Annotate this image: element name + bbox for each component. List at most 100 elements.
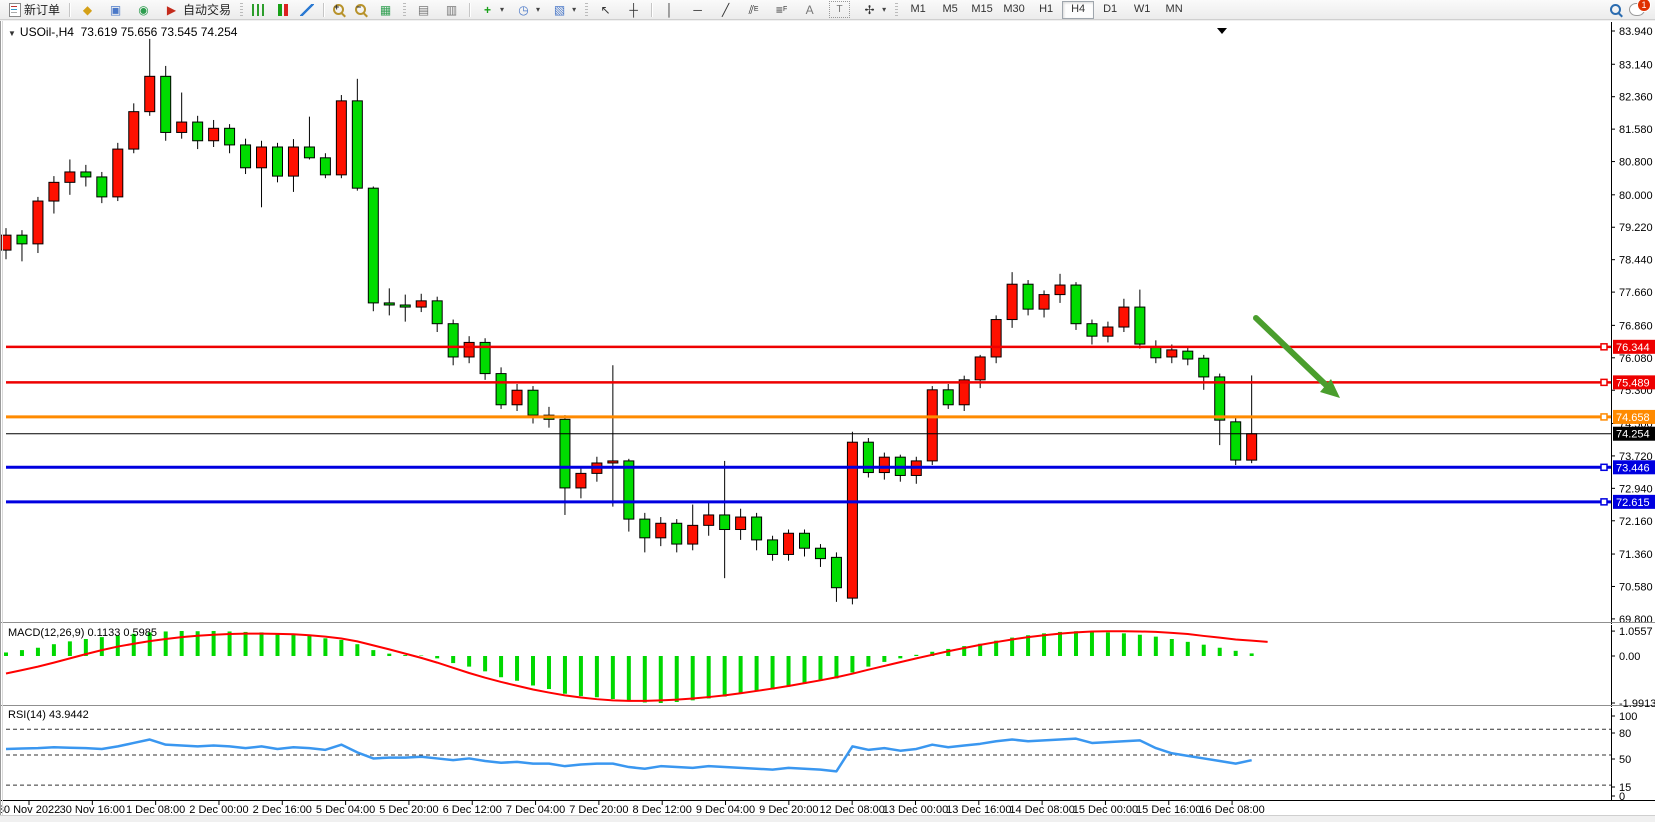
price-tick-label: 83.140 <box>1619 59 1653 71</box>
rsi-axis-label: 80 <box>1619 728 1631 740</box>
price-tag: 72.615 <box>1613 495 1655 509</box>
timeframe-button-D1[interactable]: D1 <box>1094 1 1126 19</box>
notification-badge: 1 <box>1637 0 1651 12</box>
separator <box>651 3 652 17</box>
price-chart[interactable]: 83.94083.14082.36081.58080.80080.00079.2… <box>0 21 1655 816</box>
navigator-icon: ◉ <box>135 2 152 17</box>
zoom-out-button[interactable]: − <box>350 0 371 20</box>
price-tick-label: 82.360 <box>1619 92 1653 104</box>
cursor-button[interactable]: ↖ <box>592 0 619 20</box>
search-icon[interactable] <box>1610 4 1621 15</box>
macd-name: MACD(12,26,9) <box>8 627 84 639</box>
templates-icon: ▤ <box>415 2 432 17</box>
equidistant-channel-button[interactable]: ⫽E <box>740 0 767 20</box>
line-chart-icon <box>300 4 314 16</box>
separator <box>469 3 470 17</box>
trend-line-button[interactable]: ╱ <box>712 0 739 20</box>
bar-chart-button[interactable] <box>247 0 270 20</box>
toolbar-grip <box>240 3 243 17</box>
candlestick <box>113 143 123 201</box>
periods-button[interactable]: ◷▾ <box>510 0 545 20</box>
zoom-in-button[interactable]: + <box>328 0 349 20</box>
vertical-line-button[interactable]: │ <box>656 0 683 20</box>
timeframe-button-MN[interactable]: MN <box>1158 1 1190 19</box>
rsi-value: 43.9442 <box>49 709 89 721</box>
crosshair-button[interactable]: ┼ <box>620 0 647 20</box>
notifications-icon[interactable]: 1 <box>1629 3 1645 16</box>
timeframe-button-M30[interactable]: M30 <box>998 1 1030 19</box>
price-tag: 73.446 <box>1613 460 1655 474</box>
bar-chart-icon <box>252 4 265 16</box>
timeframe-toolbar: M1M5M15M30H1H4D1W1MN <box>902 1 1190 19</box>
timeframe-button-M15[interactable]: M15 <box>966 1 998 19</box>
timeframe-button-H4[interactable]: H4 <box>1062 1 1094 19</box>
macd-axis-label: 1.0557 <box>1619 626 1653 638</box>
price-tick-label: 77.660 <box>1619 287 1653 299</box>
chart-window: 83.94083.14082.36081.58080.80080.00079.2… <box>0 21 1655 816</box>
svg-text:73.446: 73.446 <box>1616 462 1650 474</box>
text-label-icon: T <box>829 1 850 18</box>
market-watch-icon: ◆ <box>79 2 96 17</box>
svg-text:76.344: 76.344 <box>1616 342 1650 354</box>
candlestick <box>991 315 1001 363</box>
svg-text:74.254: 74.254 <box>1616 429 1650 441</box>
price-tick-label: 80.000 <box>1619 190 1653 202</box>
timeframe-button-M5[interactable]: M5 <box>934 1 966 19</box>
timeframe-button-W1[interactable]: W1 <box>1126 1 1158 19</box>
chart-style-icon: ▧ <box>551 2 568 17</box>
text-icon: A <box>801 2 818 17</box>
macd-values: 0.1133 0.5985 <box>87 627 157 639</box>
horizontal-line-button[interactable]: ─ <box>684 0 711 20</box>
candlestick <box>161 66 171 141</box>
line-chart-button[interactable] <box>295 0 319 20</box>
zoom-out-icon: − <box>355 4 366 15</box>
price-tick-label: 76.860 <box>1619 320 1653 332</box>
timeframe-button-M1[interactable]: M1 <box>902 1 934 19</box>
candlestick <box>1071 282 1081 330</box>
macd-axis-label: -1.9913 <box>1619 698 1655 710</box>
rsi-axis-label: 100 <box>1619 711 1637 723</box>
timeframe-button-H1[interactable]: H1 <box>1030 1 1062 19</box>
crosshair-icon: ┼ <box>625 2 642 17</box>
vertical-line-icon: │ <box>661 2 678 17</box>
zoom-in-icon: + <box>333 4 344 15</box>
text-button[interactable]: A <box>796 0 823 20</box>
new-order-button[interactable]: 新订单 <box>4 0 65 20</box>
autotrading-button[interactable]: ▶ 自动交易 <box>158 0 236 20</box>
candlestick-chart-button[interactable] <box>271 0 294 20</box>
price-tick-label: 79.220 <box>1619 222 1653 234</box>
separator <box>69 3 70 17</box>
add-indicator-button[interactable]: +▾ <box>474 0 509 20</box>
chevron-down-icon: ▾ <box>572 5 576 14</box>
price-tick-label: 70.580 <box>1619 581 1653 593</box>
arrows-button[interactable]: ✢▾ <box>856 0 891 20</box>
price-tick-label: 72.940 <box>1619 483 1653 495</box>
svg-text:75.489: 75.489 <box>1616 377 1650 389</box>
profiles-button[interactable]: ▥ <box>438 0 465 20</box>
price-tick-label: 72.160 <box>1619 516 1653 528</box>
toolbar-grip <box>895 3 898 17</box>
text-label-button[interactable]: T <box>824 0 855 20</box>
tile-windows-button[interactable]: ▦ <box>372 0 399 20</box>
navigator-button[interactable]: ◉ <box>130 0 157 20</box>
candlestick <box>847 432 857 605</box>
market-watch-button[interactable]: ◆ <box>74 0 101 20</box>
candlestick <box>1231 417 1241 465</box>
separator <box>323 3 324 17</box>
clock-icon: ◷ <box>515 2 532 17</box>
add-indicator-icon: + <box>479 2 496 17</box>
data-window-icon: ▣ <box>107 2 124 17</box>
new-order-label: 新订单 <box>24 1 60 18</box>
rsi-axis-label: 50 <box>1619 754 1631 766</box>
svg-text:72.615: 72.615 <box>1616 497 1650 509</box>
price-tag: 76.344 <box>1613 340 1655 354</box>
chart-style-button[interactable]: ▧▾ <box>546 0 581 20</box>
fibonacci-button[interactable]: ≡F <box>768 0 795 20</box>
candlestick <box>272 143 282 182</box>
data-window-button[interactable]: ▣ <box>102 0 129 20</box>
chevron-down-icon: ▾ <box>536 5 540 14</box>
symbol-dropdown-icon[interactable]: ▼ <box>8 29 16 38</box>
equidistant-channel-icon: ⫽E <box>745 2 762 17</box>
price-tag: 75.489 <box>1613 375 1655 389</box>
templates-button[interactable]: ▤ <box>410 0 437 20</box>
